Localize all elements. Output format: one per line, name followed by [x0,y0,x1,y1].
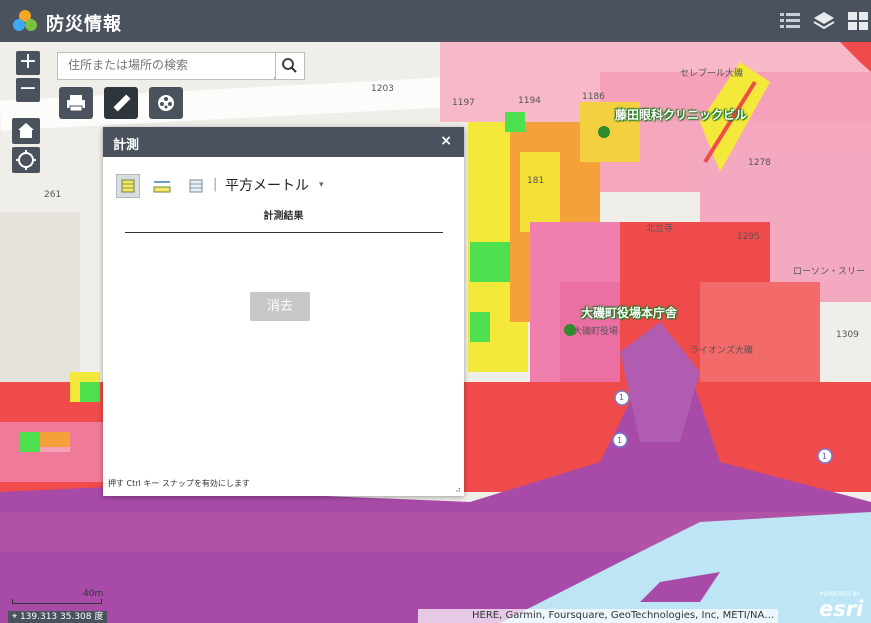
ruler-icon [113,94,131,112]
search-box [57,52,278,80]
grid-apps-icon[interactable] [846,9,870,33]
search-input[interactable] [58,53,278,77]
route-shield-label: 1 [822,452,828,461]
coordinate-readout: ⌖ 139.313 35.308 度 [8,611,108,623]
map-label-1295: 1295 [737,232,760,242]
location-tool-button[interactable] [184,174,208,198]
snap-hint: 押す Ctrl キー スナップを有効にします [108,479,250,488]
map-label-1203: 1203 [371,84,394,94]
map-label-261: 261 [44,190,62,200]
home-button[interactable] [12,118,40,144]
print-button[interactable] [59,87,93,119]
measurement-panel: 計測 × | 平方メートル ▾ 計測結果 消去 押す Ctrl キー スナップを… [103,127,464,496]
zoom-out-button[interactable]: − [16,78,40,102]
map-label-lions: ライオンズ大磯 [690,346,753,356]
map-label-celeb: セレブール大磯 [680,69,744,79]
animation-button[interactable] [149,87,183,119]
zoom-in-button[interactable]: + [16,51,40,75]
panel-title: 計測 [113,138,140,153]
area-tool-button[interactable] [116,174,140,198]
area-measure-icon [121,179,135,193]
esri-logo[interactable]: POWERED BY esri [814,591,871,623]
map-label-townhall-small: 大磯町役場 [573,327,619,337]
poi-label-townhall[interactable]: 大磯町役場本庁舎 [581,304,677,321]
search-button[interactable] [275,52,305,80]
resize-handle-icon[interactable]: ⠴ [455,485,461,494]
map-label-1194: 1194 [518,96,541,106]
close-icon[interactable]: × [440,133,452,149]
measure-button[interactable] [104,87,138,119]
legend-list-icon[interactable] [778,9,802,33]
results-divider [125,232,443,233]
results-label: 計測結果 [263,211,304,222]
film-reel-icon [158,95,174,111]
unit-dropdown[interactable]: 平方メートル [225,175,309,195]
map-label-lawson: ローソン・スリー [793,267,866,277]
map-label-1309: 1309 [836,330,859,340]
poi-label-clinic[interactable]: 藤田眼科クリニックビル [615,106,747,123]
chevron-down-icon[interactable]: ▾ [319,180,324,190]
app-title: 防災情報 [46,14,122,35]
route-shield-label: 1 [619,393,625,402]
home-icon [18,123,34,138]
map-label-1278: 1278 [748,158,771,168]
map-label-1197: 1197 [452,98,475,108]
locate-button[interactable] [12,147,40,173]
app-header: 防災情報 [0,0,871,42]
clear-button[interactable]: 消去 [250,292,310,321]
printer-icon [67,95,85,112]
layers-icon[interactable] [812,9,836,33]
locate-icon [16,150,36,170]
scale-bar [12,599,102,604]
distance-tool-button[interactable] [150,174,174,198]
coordinate-text: 139.313 35.308 度 [19,612,104,622]
app-logo-icon [13,10,37,31]
search-icon [282,58,297,73]
distance-measure-icon [153,181,171,193]
map-label-181: 181 [527,176,545,186]
crosshair-icon: ⌖ [12,612,20,622]
scale-label: 40m [83,589,104,599]
panel-header: 計測 × [103,127,464,157]
route-shield-label: 1 [617,436,623,445]
esri-wordmark: esri [819,597,864,621]
location-measure-icon [189,179,203,193]
map-attribution[interactable]: HERE, Garmin, Foursquare, GeoTechnologie… [418,609,779,623]
map-label-temple: 北立寺 [646,224,674,234]
map-label-1186: 1186 [582,92,605,102]
toolbar-separator: | [213,177,218,192]
